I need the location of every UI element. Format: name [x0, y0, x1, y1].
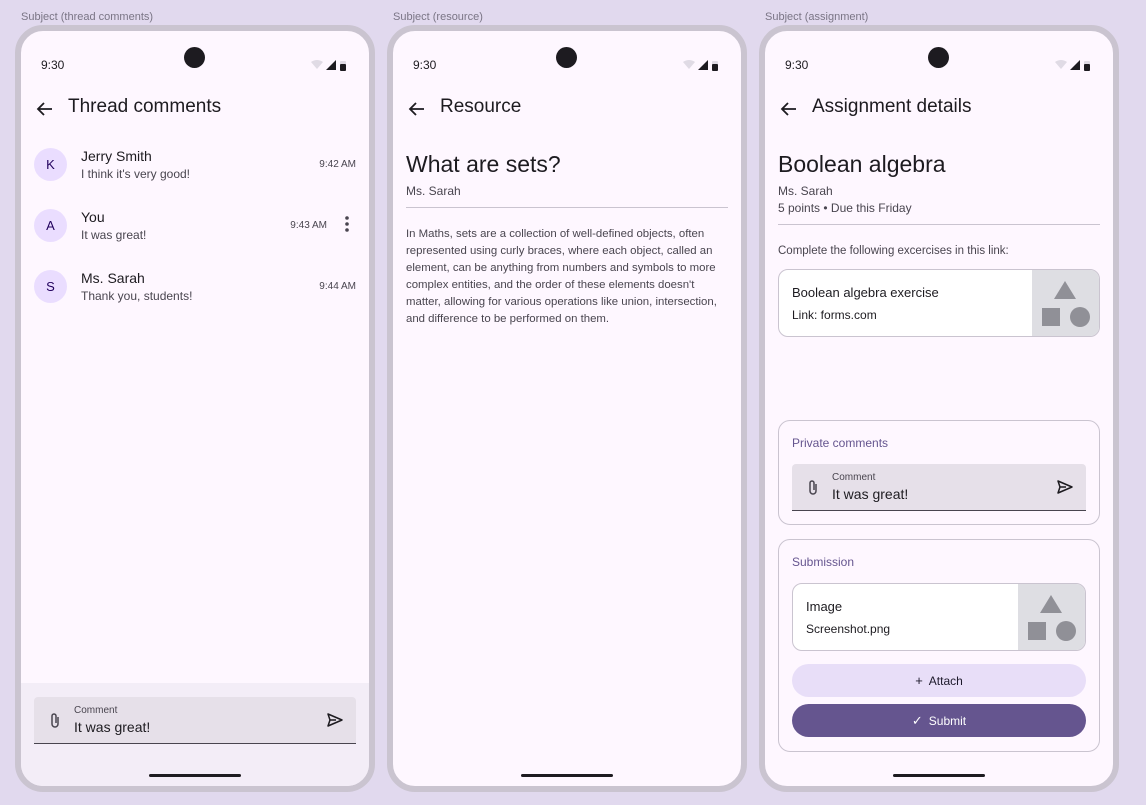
file-card-subtitle: Screenshot.png — [806, 622, 891, 636]
page-title: Resource — [440, 96, 522, 117]
top-app-bar: Thread comments — [21, 91, 369, 131]
send-icon[interactable] — [1056, 479, 1074, 495]
page-title: Thread comments — [68, 96, 222, 117]
caption-thread-comments: Subject (thread comments) — [21, 11, 154, 23]
comment-item[interactable]: K Jerry Smith I think it's very good! 9:… — [21, 148, 369, 208]
avatar: S — [34, 270, 67, 303]
status-bar: 9:30 — [765, 31, 1113, 91]
divider — [778, 224, 1100, 225]
private-comments-section: Private comments Comment It was great! — [778, 420, 1100, 525]
comment-input-value: It was great! — [74, 719, 151, 735]
back-arrow-icon[interactable] — [407, 99, 427, 119]
back-arrow-icon[interactable] — [779, 99, 799, 119]
submission-file-card[interactable]: Image Screenshot.png — [792, 583, 1086, 651]
comment-time: 9:44 AM — [319, 281, 356, 292]
attach-button[interactable]: + Attach — [792, 664, 1086, 697]
phone-assignment: 9:30 Assignment details Boolean algebra … — [759, 25, 1119, 792]
link-card-subtitle: Link: forms.com — [792, 308, 877, 322]
comment-input[interactable]: Comment It was great! — [34, 697, 356, 744]
comment-author: Ms. Sarah — [81, 270, 145, 286]
submit-button[interactable]: ✓ Submit — [792, 704, 1086, 737]
comment-author: You — [81, 209, 105, 225]
phone-resource: 9:30 Resource What are sets? Ms. Sarah I… — [387, 25, 747, 792]
thumbnail — [1018, 584, 1085, 650]
status-time: 9:30 — [785, 58, 809, 72]
back-arrow-icon[interactable] — [35, 99, 55, 119]
status-icons — [311, 60, 346, 71]
gesture-bar — [149, 774, 241, 777]
send-icon[interactable] — [326, 712, 344, 728]
link-card-title: Boolean algebra exercise — [792, 285, 939, 300]
attachment-icon[interactable] — [47, 712, 63, 730]
private-comment-input[interactable]: Comment It was great! — [792, 464, 1086, 511]
page-title: Assignment details — [812, 96, 972, 117]
attach-button-label: Attach — [928, 674, 963, 688]
gesture-bar — [521, 774, 613, 777]
resource-heading: What are sets? — [406, 151, 561, 177]
assignment-points-due: 5 points • Due this Friday — [778, 201, 912, 215]
assignment-instructions: Complete the following excercises in thi… — [778, 245, 1009, 257]
shapes-placeholder-icon — [1028, 595, 1076, 641]
status-bar: 9:30 — [393, 31, 741, 91]
comment-item[interactable]: S Ms. Sarah Thank you, students! 9:44 AM — [21, 270, 369, 330]
avatar: A — [34, 209, 67, 242]
add-icon: + — [915, 673, 923, 688]
comment-author: Jerry Smith — [81, 148, 152, 164]
divider — [406, 207, 728, 208]
status-time: 9:30 — [413, 58, 437, 72]
camera-cutout — [556, 47, 577, 68]
phone-thread-comments: 9:30 Thread comments K Jerry Smith I thi… — [15, 25, 375, 792]
assignment-heading: Boolean algebra — [778, 151, 946, 177]
caption-resource: Subject (resource) — [393, 11, 483, 23]
camera-cutout — [184, 47, 205, 68]
submit-button-label: Submit — [928, 714, 967, 728]
assignment-author: Ms. Sarah — [778, 184, 833, 198]
comment-text: Thank you, students! — [81, 289, 193, 303]
private-comment-value: It was great! — [832, 486, 909, 502]
comment-time: 9:43 AM — [290, 220, 327, 231]
attachment-icon[interactable] — [805, 479, 821, 497]
shapes-placeholder-icon — [1042, 281, 1090, 327]
thumbnail — [1032, 270, 1099, 336]
file-card-title: Image — [806, 599, 843, 614]
resource-author: Ms. Sarah — [406, 184, 461, 198]
status-icons — [683, 60, 718, 71]
resource-body: In Maths, sets are a collection of well-… — [406, 228, 717, 325]
comment-input-label: Comment — [74, 705, 118, 716]
top-app-bar: Assignment details — [765, 91, 1113, 131]
check-icon: ✓ — [911, 713, 923, 728]
comment-item[interactable]: A You It was great! 9:43 AM — [21, 209, 369, 269]
avatar: K — [34, 148, 67, 181]
camera-cutout — [928, 47, 949, 68]
status-time: 9:30 — [41, 58, 65, 72]
submission-section: Submission Image Screenshot.png + Attach … — [778, 539, 1100, 752]
comment-time: 9:42 AM — [319, 159, 356, 170]
comment-composer-area: Comment It was great! — [21, 683, 369, 786]
link-card[interactable]: Boolean algebra exercise Link: forms.com — [778, 269, 1100, 337]
caption-assignment: Subject (assignment) — [765, 11, 869, 23]
status-bar: 9:30 — [21, 31, 369, 91]
top-app-bar: Resource — [393, 91, 741, 131]
private-comments-title: Private comments — [792, 436, 889, 450]
comment-text: I think it's very good! — [81, 167, 191, 181]
status-icons — [1055, 60, 1090, 71]
submission-title: Submission — [792, 555, 855, 569]
comment-text: It was great! — [81, 228, 147, 242]
private-comment-label: Comment — [832, 472, 876, 483]
more-vert-icon[interactable] — [341, 215, 353, 233]
gesture-bar — [893, 774, 985, 777]
